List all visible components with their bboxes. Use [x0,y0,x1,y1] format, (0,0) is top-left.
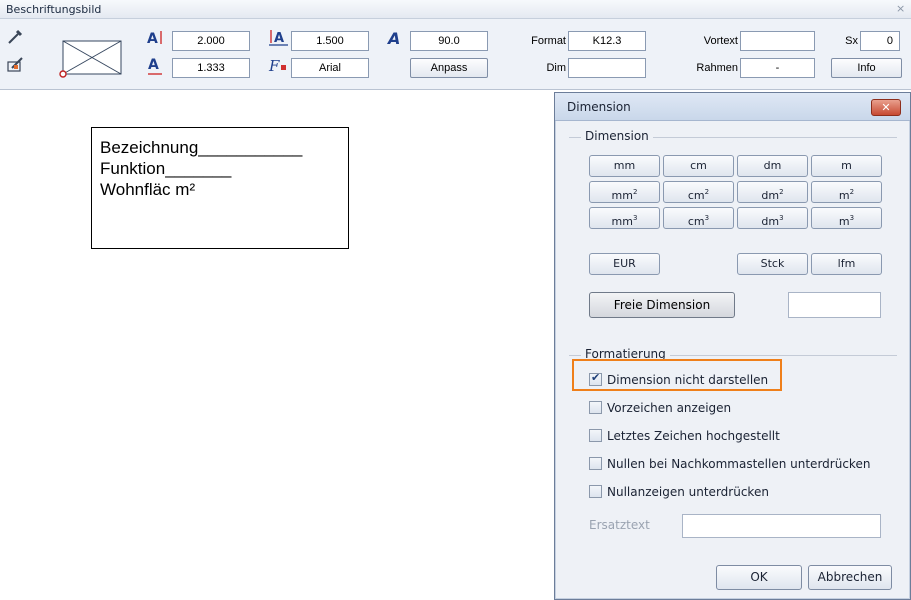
unit-cm3-button[interactable]: cm3 [663,207,734,229]
unit-cm3-label: cm [687,215,705,228]
unit-cm-button[interactable]: cm [663,155,734,177]
checkbox-vorzeichen-anzeigen[interactable]: Vorzeichen anzeigen [589,399,809,417]
ersatztext-input[interactable] [682,514,881,538]
unit-mm-button[interactable]: mm [589,155,660,177]
label-style-toolbar: Beschriftungsbild × A 2.000 A 1.333 A 1.… [0,0,911,90]
text-height-icon[interactable]: A [146,28,166,48]
checkbox-label: Letztes Zeichen hochgestellt [607,429,780,443]
label-line-wohnflaeche: Wohnfläc m² [100,180,196,199]
svg-text:A: A [274,31,284,46]
dimension-dialog: Dimension ✕ Dimension mm cm dm m mm2 cm2… [554,92,911,600]
unit-mm3-button[interactable]: mm3 [589,207,660,229]
dim-input[interactable] [568,58,646,78]
svg-text:F: F [268,57,280,75]
toolbar-title: Beschriftungsbild [6,3,102,16]
unit-m3-exp: 3 [849,214,855,222]
checkbox-nullanzeigen-unterdruecken[interactable]: Nullanzeigen unterdrücken [589,483,809,501]
unit-dm2-button[interactable]: dm2 [737,181,808,203]
ok-button[interactable]: OK [716,565,802,590]
text-height-input[interactable]: 2.000 [172,31,250,51]
line-spacing-input[interactable]: 1.500 [291,31,369,51]
checkbox-box[interactable] [589,457,602,470]
unit-m3-button[interactable]: m3 [811,207,882,229]
unit-cm2-label: cm [687,189,705,202]
info-button[interactable]: Info [831,58,902,78]
rahmen-input[interactable]: - [740,58,815,78]
unit-m2-label: m [838,189,850,202]
checkbox-box[interactable] [589,485,602,498]
checkbox-nullen-nachkommastellen[interactable]: Nullen bei Nachkommastellen unterdrücken [589,455,889,473]
unit-eur-button[interactable]: EUR [589,253,660,275]
unit-m2-exp: 2 [849,188,855,196]
unit-cm2-exp: 2 [704,188,710,196]
unit-mm2-exp: 2 [632,188,638,196]
unit-dm2-label: dm [761,189,780,202]
checkbox-letztes-zeichen-hochgestellt[interactable]: Letztes Zeichen hochgestellt [589,427,809,445]
text-width-icon[interactable]: A [146,56,166,78]
toolbar-close-button[interactable]: × [896,2,905,15]
unit-dm3-exp: 3 [779,214,784,222]
unit-mm2-button[interactable]: mm2 [589,181,660,203]
frame-preview-icon[interactable] [58,38,126,80]
label-line-bezeichnung: Bezeichnung___________ [100,138,303,157]
dialog-title: Dimension [567,100,631,114]
sx-input[interactable]: 0 [860,31,900,51]
freie-dimension-input[interactable] [788,292,881,318]
edit-label-icon[interactable] [6,56,26,74]
svg-text:A: A [147,31,158,47]
italic-angle-icon[interactable]: A [387,28,405,48]
ersatztext-label: Ersatztext [589,518,650,532]
rahmen-label: Rahmen [696,62,738,74]
cancel-button[interactable]: Abbrechen [808,565,892,590]
checkbox-label: Nullen bei Nachkommastellen unterdrücken [607,457,871,471]
unit-stck-button[interactable]: Stck [737,253,808,275]
dim-label: Dim [546,62,566,74]
pipette-icon[interactable] [6,28,24,46]
unit-mm3-label: mm [611,215,633,228]
toolbar-titlebar: Beschriftungsbild × [0,0,911,19]
unit-m-button[interactable]: m [811,155,882,177]
font-input[interactable]: Arial [291,58,369,78]
label-line-funktion: Funktion_______ [100,159,232,178]
dialog-close-button[interactable]: ✕ [871,99,901,116]
unit-dm3-label: dm [761,215,780,228]
vortext-input[interactable] [740,31,815,51]
unit-cm2-button[interactable]: cm2 [663,181,734,203]
vortext-label: Vortext [703,35,738,47]
anpass-button[interactable]: Anpass [410,58,488,78]
checkbox-label: Nullanzeigen unterdrücken [607,485,769,499]
checkbox-label: Vorzeichen anzeigen [607,401,732,415]
svg-text:A: A [148,57,159,73]
format-label: Format [531,35,566,47]
dialog-titlebar[interactable]: Dimension ✕ [555,93,910,121]
checkbox-box[interactable] [589,429,602,442]
unit-cm3-exp: 3 [704,214,710,222]
unit-dm-button[interactable]: dm [737,155,808,177]
unit-dm3-button[interactable]: dm3 [737,207,808,229]
checkbox-box[interactable] [589,401,602,414]
line-spacing-icon[interactable]: A [268,28,290,48]
text-width-input[interactable]: 1.333 [172,58,250,78]
label-preview-box[interactable]: Bezeichnung___________ Funktion_______ W… [91,127,349,249]
unit-mm3-exp: 3 [632,214,638,222]
font-icon[interactable]: F [268,56,290,76]
unit-mm2-label: mm [611,189,633,202]
angle-input[interactable]: 90.0 [410,31,488,51]
svg-text:A: A [387,29,400,48]
unit-m3-label: m [838,215,850,228]
unit-m2-button[interactable]: m2 [811,181,882,203]
group-label-dimension: Dimension [581,129,653,143]
format-input[interactable]: K12.3 [568,31,646,51]
unit-lfm-button[interactable]: lfm [811,253,882,275]
orange-highlight-frame [572,359,782,391]
sx-label: Sx [845,35,858,47]
unit-dm2-exp: 2 [779,188,784,196]
freie-dimension-button[interactable]: Freie Dimension [589,292,735,318]
